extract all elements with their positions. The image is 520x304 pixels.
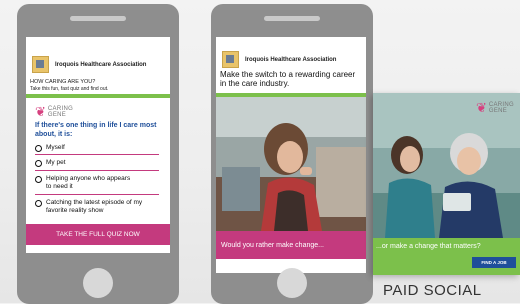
home-button[interactable] <box>83 268 113 298</box>
caring-gene-logo: ❦ CARING GENE <box>35 105 73 118</box>
find-a-job-button[interactable]: FIND A JOB <box>472 257 516 268</box>
phone-mockup-left: Iroquois Healthcare Association HOW CARI… <box>17 4 179 304</box>
section-label: PAID SOCIAL <box>383 282 482 299</box>
org-header: Iroquois Healthcare Association <box>32 56 146 73</box>
radio-icon[interactable] <box>35 176 42 183</box>
option-label: Helping anyone who appears to need it <box>46 175 131 190</box>
org-logo-icon <box>222 51 239 68</box>
take-quiz-button[interactable]: TAKE THE FULL QUIZ NOW <box>26 224 170 245</box>
option-label: Catching the latest episode of my favori… <box>46 199 143 214</box>
quiz-subline: Take this fun, fast quiz and find out. <box>30 86 109 92</box>
radio-icon[interactable] <box>35 200 42 207</box>
heart-ribbon-icon: ❦ <box>475 100 487 115</box>
org-name: Iroquois Healthcare Association <box>245 56 337 63</box>
option-label: My pet <box>46 159 66 166</box>
phone-speaker <box>70 16 126 21</box>
org-header: Iroquois Healthcare Association <box>222 51 336 68</box>
ad-banner-right: ...or make a change that matters? FIND A… <box>373 238 520 275</box>
radio-icon[interactable] <box>35 160 42 167</box>
quiz-option[interactable]: Myself <box>35 144 159 152</box>
option-divider <box>35 194 159 195</box>
home-button[interactable] <box>277 268 307 298</box>
phone-screen-left: Iroquois Healthcare Association HOW CARI… <box>26 37 170 253</box>
ad-photo-nurse-and-patient <box>373 93 520 238</box>
quiz-option[interactable]: My pet <box>35 159 159 167</box>
social-ad-card: ❦ CARING GENE ...or make a change that ma… <box>373 93 520 275</box>
option-divider <box>35 154 159 155</box>
heart-ribbon-icon: ❦ <box>35 104 46 119</box>
brand-line2: GENE <box>47 111 67 118</box>
phone-speaker <box>264 16 320 21</box>
ad-banner-text: ...or make a change that matters? <box>376 243 481 250</box>
quiz-headline: HOW CARING ARE YOU? <box>30 79 96 85</box>
quiz-option[interactable]: Catching the latest episode of my favori… <box>35 199 145 214</box>
phone-screen-right: Iroquois Healthcare Association Make the… <box>216 37 366 273</box>
ad-photo-woman-at-register <box>216 97 366 231</box>
org-logo-icon <box>32 56 49 73</box>
green-divider <box>26 94 170 98</box>
brand-line2: GENE <box>488 107 508 114</box>
ad-banner-left: Would you rather make change... <box>216 231 366 259</box>
org-name: Iroquois Healthcare Association <box>55 61 147 68</box>
caring-gene-logo: ❦ CARING GENE <box>476 101 514 114</box>
quiz-option[interactable]: Helping anyone who appears to need it <box>35 175 135 190</box>
quiz-question: If there's one thing in life I care most… <box>35 122 157 138</box>
option-divider <box>35 170 159 171</box>
option-label: Myself <box>46 144 65 151</box>
ad-headline: Make the switch to a rewarding career in… <box>220 70 356 88</box>
radio-icon[interactable] <box>35 145 42 152</box>
phone-mockup-right: Iroquois Healthcare Association Make the… <box>211 4 373 304</box>
